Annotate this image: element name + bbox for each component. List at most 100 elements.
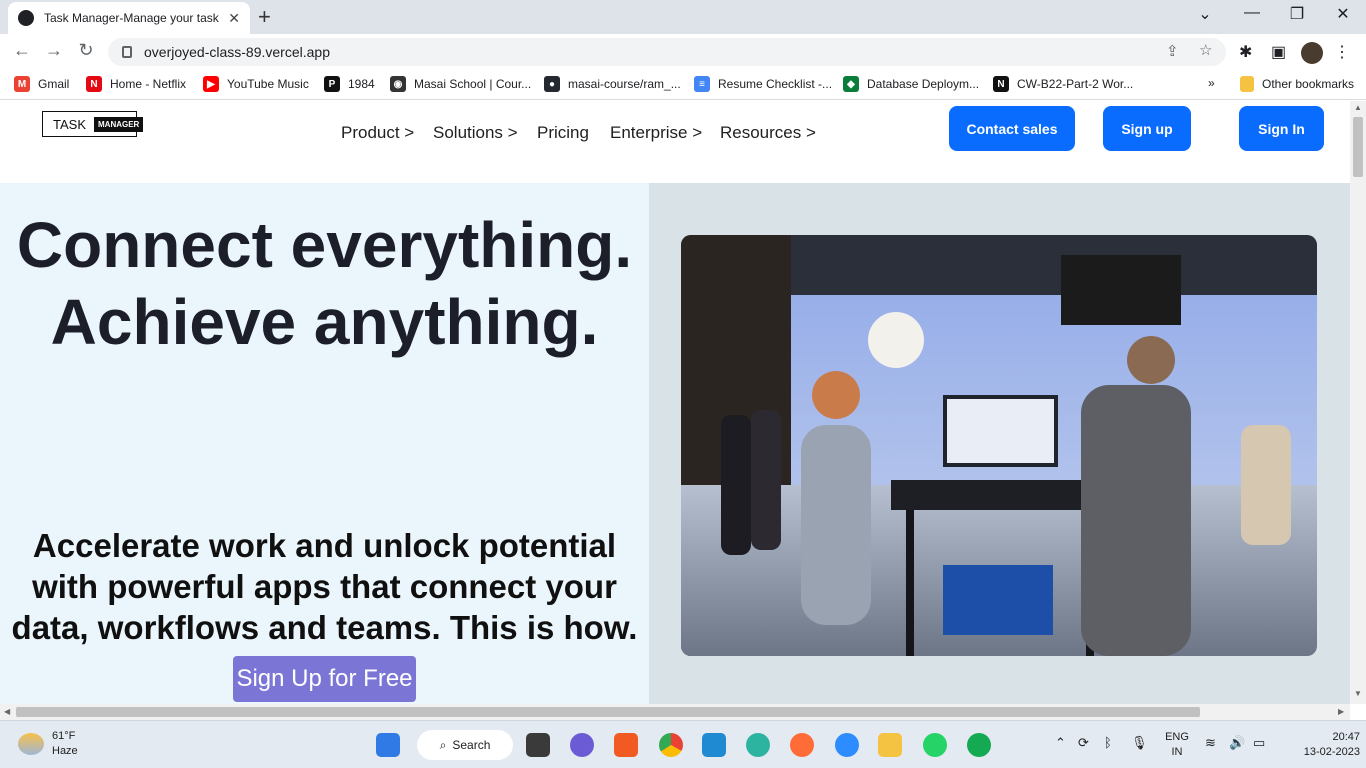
vertical-scrollbar[interactable]: ▲ ▼ [1350,101,1366,704]
nav-resources[interactable]: Resources > [720,123,816,143]
folder-icon [1240,76,1254,92]
bookmark-item[interactable]: ● masai-course/ram_... [544,76,681,92]
wifi-icon[interactable]: ≋ [1205,735,1216,750]
bookmark-item[interactable]: ≡ Resume Checklist -... [694,76,832,92]
bookmark-label: 1984 [348,77,375,91]
scroll-left-icon[interactable]: ◀ [4,707,10,716]
battery-icon[interactable]: ▭ [1253,735,1265,750]
horizontal-scrollbar[interactable]: ◀ ▶ [0,704,1350,720]
forward-icon[interactable]: → [42,40,66,61]
contact-sales-button[interactable]: Contact sales [949,106,1075,151]
bookmark-label: Resume Checklist -... [718,77,833,91]
restore-icon[interactable]: ❐ [1277,4,1317,24]
bookmark-item[interactable]: N Home - Netflix [86,76,186,92]
brave-browser-icon[interactable] [614,733,638,757]
menu-icon[interactable]: ⋮ [1334,42,1350,62]
nav-product[interactable]: Product > [341,123,414,143]
sign-in-button[interactable]: Sign In [1239,106,1324,151]
region-code: IN [1171,746,1183,758]
site-favicon-icon [18,10,34,26]
show-hidden-icons-icon[interactable]: ⌃ [1055,735,1066,750]
clock-date: 13-02-2023 [1303,746,1360,758]
bookmark-favicon-icon: ◉ [390,76,406,92]
lock-icon [122,46,132,58]
bookmark-star-icon[interactable]: ☆ [1199,41,1212,59]
web-page: TASK MANAGER Product > Solutions > Prici… [0,101,1350,704]
sign-up-button[interactable]: Sign up [1103,106,1191,151]
side-panel-icon[interactable]: ▣ [1271,42,1286,62]
language-indicator[interactable]: ENG IN [1160,730,1194,760]
bookmark-label: Masai School | Cour... [414,77,532,91]
bookmark-item[interactable]: ◆ Database Deploym... [843,76,979,92]
scroll-right-icon[interactable]: ▶ [1338,707,1344,716]
hero-image-panel [649,183,1350,704]
bookmark-item[interactable]: N CW-B22-Part-2 Wor... [993,76,1133,92]
windows-start-icon[interactable] [376,733,400,757]
bookmark-item[interactable]: M Gmail [14,76,69,92]
postman-icon[interactable] [790,733,814,757]
bookmark-item[interactable]: ◉ Masai School | Cour... [390,76,531,92]
share-icon[interactable]: ⇪ [1166,42,1179,60]
site-logo[interactable]: TASK MANAGER [42,111,144,137]
file-explorer-icon[interactable] [878,733,902,757]
browser-tab[interactable]: Task Manager-Manage your task ✕ [8,2,250,34]
browser-toolbar: ← → ↻ overjoyed-class-89.vercel.app ⇪ ☆ … [0,34,1366,70]
bookmark-favicon-icon: N [993,76,1009,92]
clock[interactable]: 20:47 13-02-2023 [1280,730,1360,760]
bookmark-favicon-icon: M [14,76,30,92]
bookmark-label: Database Deploym... [867,77,980,91]
profile-avatar[interactable] [1301,42,1323,64]
bookmark-favicon-icon: ≡ [694,76,710,92]
scroll-down-icon[interactable]: ▼ [1354,689,1362,698]
bookmark-label: Home - Netflix [110,77,187,91]
tab-search-icon[interactable]: ⌄ [1185,4,1225,24]
bookmark-label: YouTube Music [227,77,309,91]
bookmark-favicon-icon: ◆ [843,76,859,92]
bookmark-label: CW-B22-Part-2 Wor... [1017,77,1134,91]
other-bookmarks[interactable]: Other bookmarks [1240,76,1354,92]
new-tab-icon[interactable]: + [258,5,271,29]
chrome-icon[interactable] [659,733,683,757]
nav-pricing[interactable]: Pricing [537,123,589,143]
back-icon[interactable]: ← [10,40,34,61]
bookmark-favicon-icon: N [86,76,102,92]
vertical-scroll-thumb[interactable] [1353,117,1363,177]
address-bar[interactable]: overjoyed-class-89.vercel.app [108,38,1226,66]
volume-icon[interactable]: 🔊 [1229,735,1245,750]
bookmark-favicon-icon: ● [544,76,560,92]
edge-icon[interactable] [746,733,770,757]
bookmarks-bar: M Gmail N Home - Netflix ▶ YouTube Music P 1984… [0,70,1366,100]
studio-team-photo [681,235,1317,656]
task-view-icon[interactable] [526,733,550,757]
nav-enterprise[interactable]: Enterprise > [610,123,702,143]
search-icon: ⌕ [439,737,447,752]
nav-solutions[interactable]: Solutions > [433,123,518,143]
search-label: Search [452,738,491,752]
scroll-up-icon[interactable]: ▲ [1354,103,1362,112]
whatsapp-icon[interactable] [923,733,947,757]
zoom-icon[interactable] [835,733,859,757]
bookmark-item[interactable]: P 1984 [324,76,375,92]
clock-time: 20:47 [1332,731,1360,743]
weather-widget[interactable]: 61°F Haze [18,729,78,759]
logo-text: TASK [53,116,86,132]
chat-icon[interactable] [570,733,594,757]
extensions-icon[interactable]: ✱ [1239,42,1252,62]
reload-icon[interactable]: ↻ [74,40,98,61]
hero-headline: Connect everything. Achieve anything. [16,209,633,358]
close-window-icon[interactable]: ✕ [1323,4,1363,24]
sync-icon[interactable]: ⟳ [1078,735,1089,750]
bookmark-label: Gmail [38,77,70,91]
bookmark-favicon-icon: ▶ [203,76,219,92]
vscode-icon[interactable] [702,733,726,757]
taskbar-search[interactable]: ⌕ Search [417,730,513,760]
sign-up-for-free-button[interactable]: Sign Up for Free [233,656,416,702]
more-bookmarks-icon[interactable]: » [1208,76,1215,90]
microphone-icon[interactable]: 🎙 [1131,735,1148,750]
horizontal-scroll-thumb[interactable] [16,707,1200,717]
bookmark-item[interactable]: ▶ YouTube Music [203,76,309,92]
close-tab-icon[interactable]: ✕ [228,10,240,27]
bluetooth-icon[interactable]: ᛒ [1104,735,1112,750]
mongodb-compass-icon[interactable] [967,733,991,757]
minimize-icon[interactable]: — [1232,4,1272,22]
